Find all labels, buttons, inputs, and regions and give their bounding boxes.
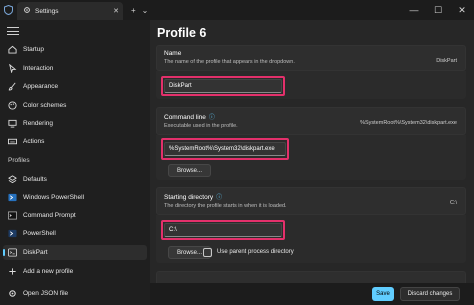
app-shield-icon — [0, 0, 17, 20]
sidebar-item-label: Actions — [23, 138, 45, 145]
close-window-button[interactable]: ✕ — [450, 0, 474, 20]
name-setting-title: Name — [164, 50, 182, 57]
sidebar-item-rendering[interactable]: Rendering — [3, 116, 147, 131]
starting-directory-title-text: Starting directory — [164, 194, 214, 201]
name-setting-card[interactable]: Name The name of the profile that appear… — [156, 45, 466, 71]
starting-directory-title: Starting directory ⓘ — [164, 192, 287, 201]
command-line-title-text: Command line — [164, 114, 206, 121]
sidebar-item-label: Rendering — [23, 120, 53, 127]
use-parent-directory-checkbox[interactable] — [203, 248, 212, 257]
cursor-icon — [8, 64, 17, 73]
command-line-editor-panel: %SystemRoot%\System32\diskpart.exe Brows… — [156, 135, 466, 180]
sidebar: Startup Interaction Appearance Color sch… — [0, 20, 150, 305]
keyboard-icon — [8, 137, 17, 146]
sidebar-item-label: Interaction — [23, 65, 54, 72]
sidebar-item-label: Appearance — [23, 83, 59, 90]
layers-icon — [8, 175, 17, 184]
new-tab-button[interactable]: + — [131, 6, 136, 15]
tab-close-icon[interactable]: ✕ — [113, 7, 119, 15]
starting-directory-editor-panel: C:\ Browse... Use parent process directo… — [156, 215, 466, 263]
page-title: Profile 6 — [157, 26, 207, 40]
sidebar-item-actions[interactable]: Actions — [3, 134, 147, 149]
command-line-browse-button[interactable]: Browse... — [168, 164, 212, 177]
add-new-profile-button[interactable]: Add a new profile — [3, 264, 147, 279]
sidebar-item-label: Add a new profile — [23, 268, 74, 275]
info-icon: ⓘ — [208, 115, 215, 121]
sidebar-item-label: Open JSON file — [23, 290, 69, 297]
cmd-icon — [8, 211, 17, 220]
powershell-icon — [8, 193, 17, 202]
title-bar: Settings ✕ + ⌄ — ☐ ✕ — [0, 0, 474, 20]
command-line-value: %SystemRoot%\System32\diskpart.exe — [360, 120, 457, 126]
open-json-file-button[interactable]: Open JSON file — [3, 286, 147, 301]
command-line-description: Executable used in the profile. — [164, 123, 238, 129]
name-setting-description: The name of the profile that appears in … — [164, 59, 295, 65]
starting-directory-setting-card[interactable]: Starting directory ⓘ The directory the pr… — [156, 187, 466, 215]
home-icon — [8, 45, 17, 54]
name-input-highlight — [161, 76, 285, 96]
plus-icon — [8, 267, 17, 276]
monitor-icon — [8, 119, 17, 128]
sidebar-item-interaction[interactable]: Interaction — [3, 61, 147, 76]
name-editor-panel: DiskPart — [156, 71, 466, 99]
sidebar-item-label: Startup — [23, 46, 44, 53]
sidebar-item-appearance[interactable]: Appearance — [3, 79, 147, 94]
sidebar-item-label: PowerShell — [23, 230, 56, 237]
save-button[interactable]: Save — [372, 287, 394, 301]
gear-icon — [23, 6, 31, 16]
sidebar-item-powershell[interactable]: PowerShell — [3, 226, 147, 241]
sidebar-item-label: Command Prompt — [23, 212, 76, 219]
sidebar-item-windows-powershell[interactable]: Windows PowerShell — [3, 190, 147, 205]
sidebar-item-diskpart[interactable]: DiskPart — [3, 245, 147, 260]
tab-dropdown-button[interactable]: ⌄ — [142, 6, 149, 15]
settings-footer: Save Discard changes — [150, 283, 474, 305]
sidebar-item-label: Windows PowerShell — [23, 194, 85, 201]
sidebar-item-startup[interactable]: Startup — [3, 42, 147, 57]
sidebar-item-label: DiskPart — [23, 249, 48, 256]
info-icon: ⓘ — [216, 195, 223, 201]
command-line-title: Command line ⓘ — [164, 112, 238, 121]
sidebar-item-label: Color schemes — [23, 102, 67, 109]
palette-icon — [8, 101, 17, 110]
minimize-button[interactable]: — — [402, 0, 426, 20]
brush-icon — [8, 82, 17, 91]
sidebar-item-defaults[interactable]: Defaults — [3, 172, 147, 187]
maximize-button[interactable]: ☐ — [426, 0, 450, 20]
command-line-input-highlight — [161, 138, 289, 160]
sidebar-item-label: Defaults — [23, 176, 47, 183]
command-line-setting-card[interactable]: Command line ⓘ Executable used in the pro… — [156, 107, 466, 135]
tab-label: Settings — [35, 7, 59, 15]
gear-icon — [8, 289, 17, 298]
powershell-icon — [8, 229, 17, 238]
name-setting-value: DiskPart — [436, 58, 457, 64]
discard-changes-button[interactable]: Discard changes — [400, 287, 460, 301]
starting-directory-description: The directory the profile starts in when… — [164, 203, 287, 209]
sidebar-item-color-schemes[interactable]: Color schemes — [3, 98, 147, 113]
sidebar-item-command-prompt[interactable]: Command Prompt — [3, 208, 147, 223]
starting-directory-value: C:\ — [449, 200, 457, 206]
hamburger-menu-icon[interactable] — [7, 27, 19, 38]
starting-directory-input-highlight — [161, 220, 285, 240]
tab-settings[interactable]: Settings ✕ — [17, 2, 123, 20]
profiles-heading: Profiles — [8, 157, 30, 164]
terminal-icon — [8, 248, 17, 257]
use-parent-directory-label: Use parent process directory — [217, 249, 294, 255]
main-content: Profile 6 Name The name of the profile t… — [150, 20, 474, 305]
